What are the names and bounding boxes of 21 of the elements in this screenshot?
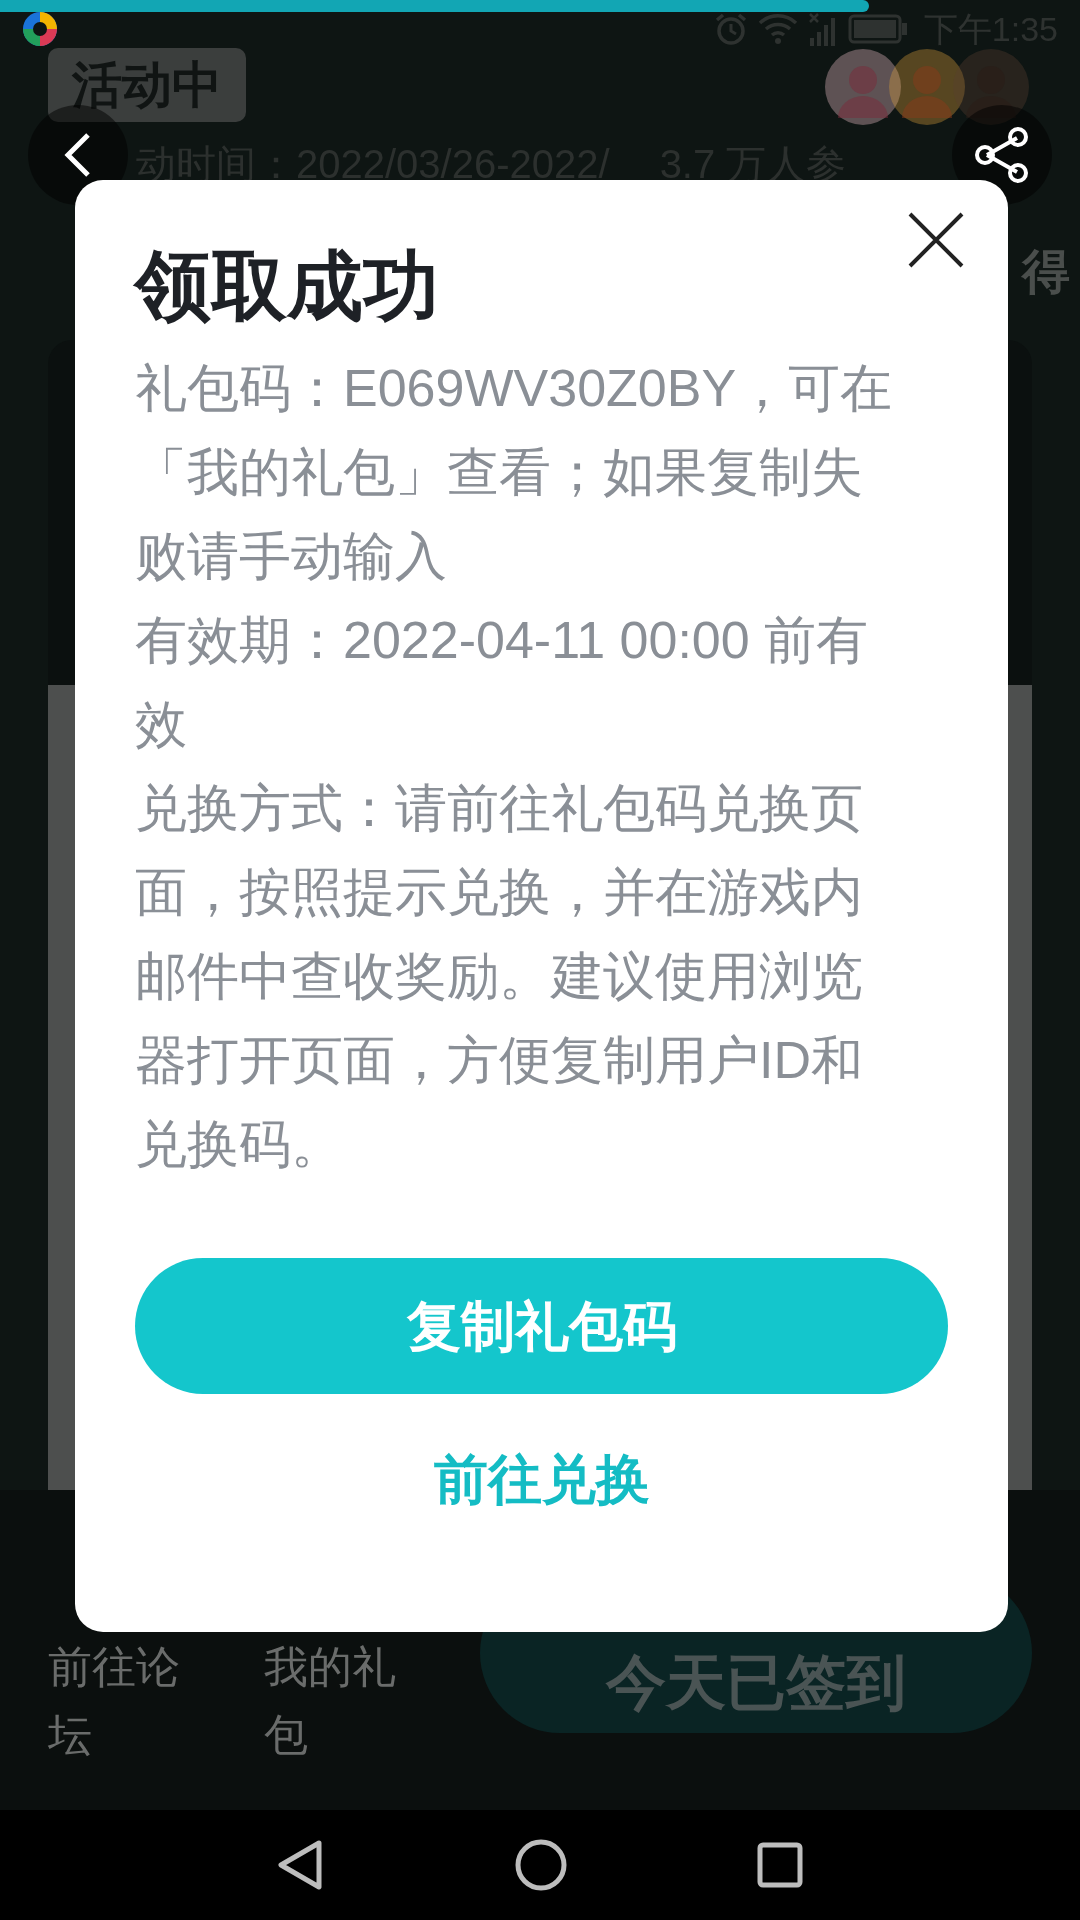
close-button[interactable]: [906, 210, 966, 270]
dialog-text: 兑换方式：请前往礼包码兑换页面，按照提示兑换，并在游戏内邮件中查收奖励。建议使用浏览器打开页面，方便复制用户ID和兑换码。: [135, 778, 864, 1175]
dialog-title: 领取成功: [135, 242, 440, 330]
recents-icon[interactable]: [757, 1842, 803, 1888]
close-icon: [908, 212, 964, 268]
share-icon: [973, 126, 1031, 184]
redeem-link[interactable]: 前往兑换: [433, 1444, 650, 1514]
home-icon[interactable]: [515, 1839, 567, 1891]
dialog-text: 礼包码：E069WV30Z0BY，可在「我的礼包」查看；如果复制失败请手动输入: [135, 358, 894, 587]
bottom-link[interactable]: 我的礼包: [264, 1633, 414, 1769]
app-icon: [22, 11, 58, 47]
back-icon[interactable]: [277, 1839, 325, 1891]
signal-icon: [807, 12, 838, 46]
bottom-link[interactable]: 前往论坛: [48, 1633, 198, 1769]
wifi-icon: [757, 13, 798, 45]
chevron-left-icon: [64, 131, 92, 179]
heading-text: 得: [1022, 244, 1070, 300]
alarm-icon: [713, 12, 748, 46]
dialog-text: 有效期：2022-04-11 00:00 前有效: [135, 610, 870, 755]
battery-icon: [847, 14, 908, 44]
copy-code-button[interactable]: 复制礼包码: [135, 1258, 948, 1394]
